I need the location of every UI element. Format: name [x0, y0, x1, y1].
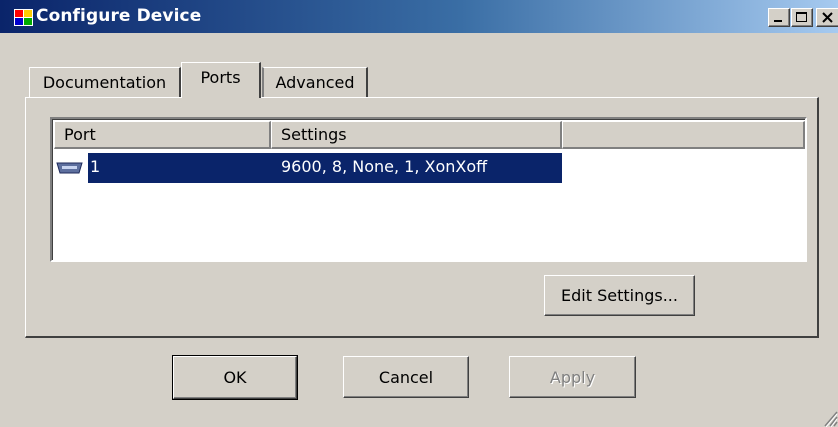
minimize-button[interactable] — [768, 8, 790, 27]
close-icon — [822, 12, 833, 23]
tab-documentation-label: Documentation — [42, 73, 167, 92]
list-item[interactable]: 1 9600, 8, None, 1, XonXoff — [54, 153, 562, 183]
tab-documentation[interactable]: Documentation — [29, 67, 181, 97]
column-header-port[interactable]: Port — [54, 121, 271, 149]
minimize-icon — [774, 20, 782, 22]
serial-port-icon — [56, 162, 83, 174]
cancel-label: Cancel — [378, 367, 434, 387]
column-header-port-label: Port — [64, 125, 96, 144]
edit-settings-button[interactable]: Edit Settings... — [544, 275, 695, 316]
tab-ports-label: Ports — [200, 68, 241, 87]
maximize-icon — [796, 12, 807, 22]
ok-button[interactable]: OK — [172, 355, 298, 400]
maximize-button[interactable] — [791, 8, 813, 27]
cancel-button[interactable]: Cancel — [343, 356, 469, 398]
tab-ports[interactable]: Ports — [181, 62, 261, 98]
cell-settings: 9600, 8, None, 1, XonXoff — [281, 157, 488, 176]
configure-device-window: Configure Device Documentation Ports Adv… — [0, 0, 838, 427]
cell-port: 1 — [90, 157, 101, 176]
column-header-settings-label: Settings — [281, 125, 347, 144]
apply-label: Apply — [549, 367, 596, 387]
tab-advanced-label: Advanced — [275, 73, 355, 92]
title-bar[interactable]: Configure Device — [0, 0, 838, 33]
apply-button[interactable]: Apply — [509, 356, 636, 398]
app-icon — [14, 9, 33, 26]
tab-advanced[interactable]: Advanced — [262, 67, 368, 97]
resize-grip-icon[interactable] — [813, 400, 838, 427]
column-header-settings[interactable]: Settings — [271, 121, 562, 149]
ok-label: OK — [223, 368, 247, 387]
window-title: Configure Device — [36, 6, 202, 26]
column-header-filler — [562, 121, 805, 149]
close-button[interactable] — [816, 8, 838, 27]
edit-settings-label: Edit Settings... — [561, 286, 678, 305]
ports-list[interactable]: Port Settings 1 9600, 8, None, 1, XonXof… — [50, 117, 807, 262]
